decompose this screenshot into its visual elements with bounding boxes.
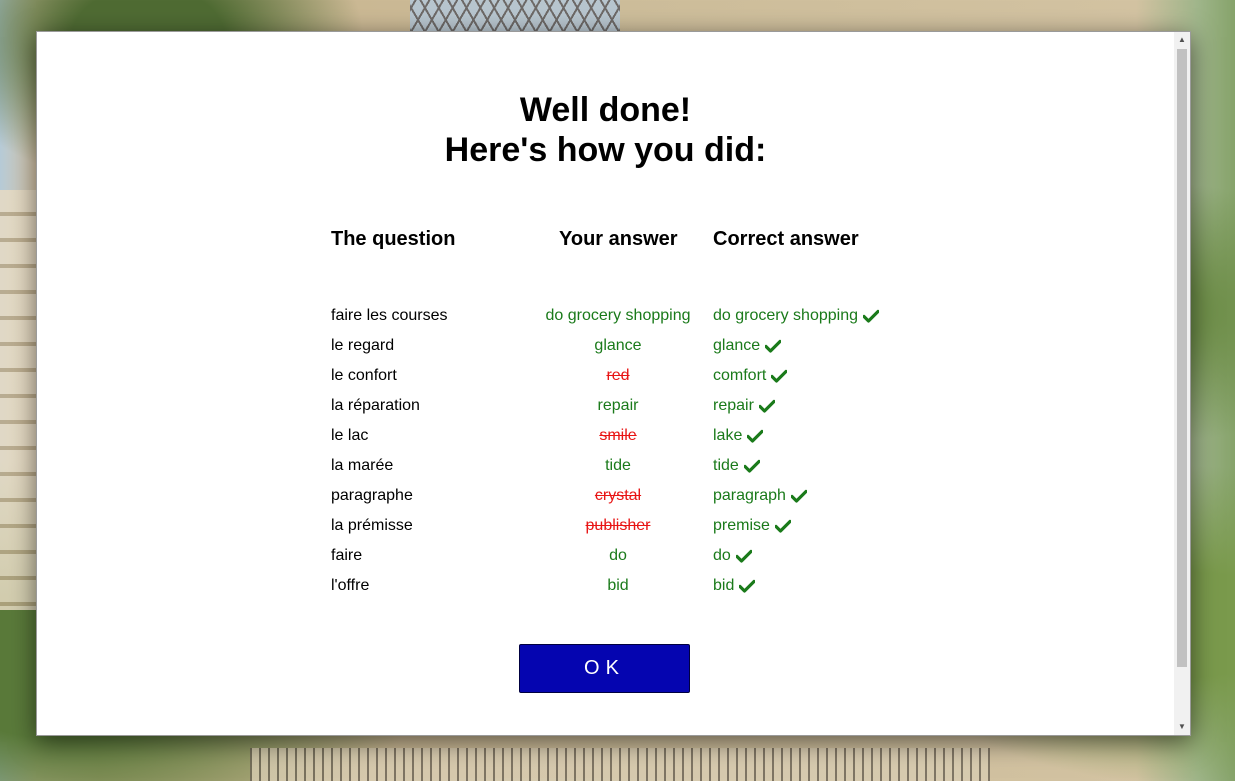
correct-answer-cell: comfort (713, 366, 788, 386)
dialog-title: Well done! Here's how you did: (37, 90, 1174, 170)
table-row: le confort red comfort (331, 366, 931, 396)
check-icon (765, 339, 782, 353)
correct-answer-cell: bid (713, 576, 756, 596)
correct-answer-cell: premise (713, 516, 791, 536)
your-answer-cell: publisher (585, 517, 651, 534)
correct-answer-cell: paragraph (713, 486, 807, 506)
table-row: faire do do (331, 546, 931, 576)
check-icon (747, 429, 764, 443)
check-icon (758, 399, 775, 413)
your-answer-cell: crystal (594, 487, 642, 504)
your-answer-cell: do (609, 547, 627, 564)
header-your-answer: Your answer (559, 228, 678, 250)
question-cell: le lac (331, 427, 369, 444)
correct-answer-cell: lake (713, 426, 764, 446)
table-row: le regard glance glance (331, 336, 931, 366)
your-answer-cell: red (606, 367, 630, 384)
check-icon (735, 549, 752, 563)
background-tower (410, 0, 620, 32)
question-cell: la réparation (331, 397, 420, 414)
your-answer-cell: do grocery shopping (545, 307, 691, 324)
scroll-up-arrow-icon[interactable]: ▲ (1174, 32, 1190, 48)
check-icon (774, 519, 791, 533)
correct-answer-text: glance (713, 337, 761, 354)
header-question: The question (331, 228, 456, 250)
your-answer-cell: glance (594, 337, 642, 354)
your-answer-cell: repair (597, 397, 639, 414)
table-row: paragraphe crystal paragraph (331, 486, 931, 516)
question-cell: le regard (331, 337, 395, 354)
title-line-2: Here's how you did: (444, 131, 767, 169)
check-icon (790, 489, 807, 503)
your-answer-cell: tide (605, 457, 631, 474)
scroll-down-arrow-icon[interactable]: ▼ (1174, 719, 1190, 735)
title-line-1: Well done! (519, 91, 692, 129)
correct-answer-text: comfort (713, 367, 767, 384)
header-correct-answer: Correct answer (713, 228, 859, 250)
question-cell: paragraphe (331, 487, 413, 504)
your-answer-cell: bid (607, 577, 629, 594)
vertical-scrollbar[interactable]: ▲ ▼ (1174, 32, 1190, 735)
check-icon (862, 309, 879, 323)
question-cell: le confort (331, 367, 397, 384)
question-cell: faire les courses (331, 307, 448, 324)
table-row: l'offre bid bid (331, 576, 931, 606)
check-icon (739, 579, 756, 593)
correct-answer-text: repair (713, 397, 754, 414)
table-row: la prémisse publisher premise (331, 516, 931, 546)
check-icon (743, 459, 760, 473)
question-cell: la prémisse (331, 517, 413, 534)
table-row: la marée tide tide (331, 456, 931, 486)
scroll-thumb[interactable] (1177, 49, 1187, 667)
correct-answer-cell: do grocery shopping (713, 306, 879, 326)
question-cell: la marée (331, 457, 394, 474)
correct-answer-cell: glance (713, 336, 782, 356)
check-icon (771, 369, 788, 383)
correct-answer-cell: do (713, 546, 752, 566)
correct-answer-text: paragraph (713, 487, 786, 504)
correct-answer-text: premise (713, 517, 770, 534)
correct-answer-text: tide (713, 457, 739, 474)
table-row: la réparation repair repair (331, 396, 931, 426)
correct-answer-text: lake (713, 427, 743, 444)
background-balcony (250, 748, 990, 781)
background-building (0, 190, 38, 610)
table-row: faire les courses do grocery shopping do g… (331, 306, 931, 336)
correct-answer-text: do (713, 547, 731, 564)
question-cell: l'offre (331, 577, 370, 594)
correct-answer-cell: tide (713, 456, 760, 476)
correct-answer-text: do grocery shopping (713, 307, 858, 324)
correct-answer-cell: repair (713, 396, 775, 416)
your-answer-cell: smile (599, 427, 637, 444)
question-cell: faire (331, 547, 363, 564)
ok-button[interactable]: OK (519, 644, 690, 693)
correct-answer-text: bid (713, 577, 735, 594)
results-dialog: Well done! Here's how you did: The quest… (36, 31, 1191, 736)
table-row: le lac smile lake (331, 426, 931, 456)
